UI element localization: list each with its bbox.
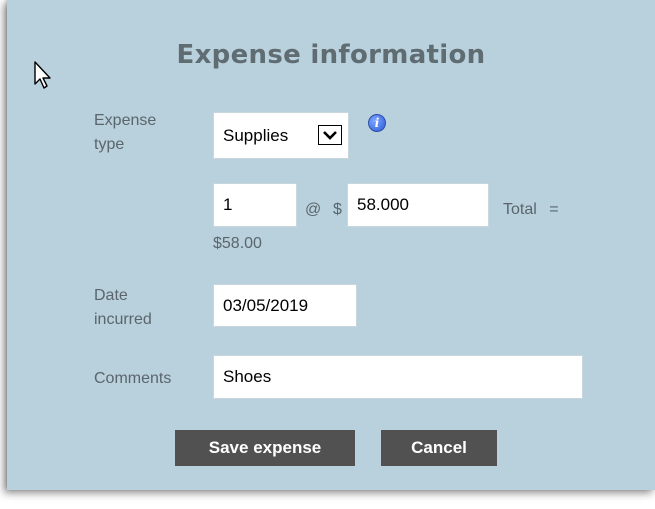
chevron-down-icon[interactable] <box>318 125 342 145</box>
date-incurred-value: 03/05/2019 <box>223 295 309 315</box>
unit-price-value: 58.000 <box>357 195 409 214</box>
cancel-button[interactable]: Cancel <box>381 430 497 466</box>
expense-type-value: Supplies <box>223 125 289 145</box>
total-value: $58.00 <box>213 235 262 252</box>
expense-type-label: Expense type <box>94 112 157 153</box>
comments-value: Shoes <box>223 367 272 386</box>
expense-type-select[interactable]: Supplies <box>213 112 349 159</box>
comments-label: Comments <box>94 370 172 387</box>
at-symbol: @ <box>305 201 322 218</box>
comments-input[interactable]: Shoes <box>213 355 583 399</box>
info-icon[interactable]: i <box>368 114 386 132</box>
date-incurred-label: Date incurred <box>94 287 152 328</box>
unit-price-input[interactable]: 58.000 <box>347 183 489 227</box>
mouse-pointer-icon <box>34 61 51 89</box>
date-incurred-input[interactable]: 03/05/2019 <box>213 284 357 327</box>
form-title: Expense information <box>176 40 486 70</box>
total-label: Total = <box>503 201 559 218</box>
expense-form-panel: Expense information Expense type Supplie… <box>7 0 655 490</box>
save-expense-button[interactable]: Save expense <box>175 430 355 466</box>
currency-symbol: $ <box>333 201 342 218</box>
quantity-value: 1 <box>223 195 233 214</box>
quantity-input[interactable]: 1 <box>213 183 297 227</box>
